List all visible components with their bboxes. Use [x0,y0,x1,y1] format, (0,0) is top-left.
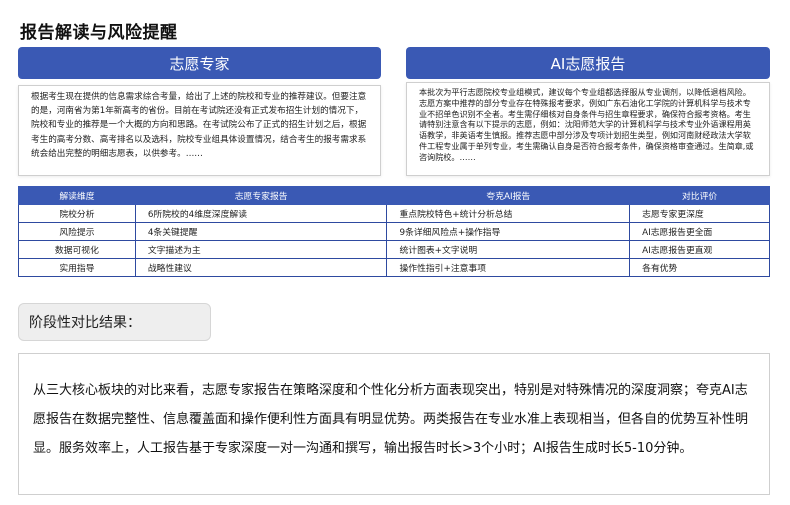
table-header-row: 解读维度 志愿专家报告 夸克AI报告 对比评价 [18,186,770,205]
table-cell-dimension: 实用指导 [18,258,136,277]
table-cell: AI志愿报告更直观 [629,240,770,259]
expert-panel-body: 根据考生现在提供的信息需求综合考量，给出了上述的院校和专业的推荐建议。但要注意的… [18,85,381,176]
table-cell-dimension: 风险提示 [18,222,136,241]
table-cell-dimension: 数据可视化 [18,240,136,259]
expert-panel-text: 根据考生现在提供的信息需求综合考量，给出了上述的院校和专业的推荐建议。但要注意的… [31,92,367,159]
table-cell-dimension: 院校分析 [18,204,136,223]
table-cell: 6所院校的4维度深度解读 [134,204,388,223]
table-row: 数据可视化 文字描述为主 统计图表+文字说明 AI志愿报告更直观 [18,240,770,259]
table-cell: 文字描述为主 [134,240,388,259]
table-cell: 重点院校特色+统计分析总结 [386,204,631,223]
expert-panel-header: 志愿专家 [18,47,381,79]
table-header-cell: 志愿专家报告 [134,186,388,205]
ai-panel-body: 本批次为平行志愿院校专业组模式，建议每个专业组都选择服从专业调剂，以降低退档风险… [406,82,770,176]
table-header-cell: 夸克AI报告 [386,186,631,205]
stage-result-label: 阶段性对比结果： [29,315,141,331]
table-cell: 9条详细风险点+操作指导 [386,222,631,241]
table-row: 实用指导 战略性建议 操作性指引+注意事项 各有优势 [18,258,770,277]
table-cell: 志愿专家更深度 [629,204,770,223]
table-row: 院校分析 6所院校的4维度深度解读 重点院校特色+统计分析总结 志愿专家更深度 [18,204,770,223]
ai-panel-header: AI志愿报告 [406,47,770,79]
comparison-table: 解读维度 志愿专家报告 夸克AI报告 对比评价 院校分析 6所院校的4维度深度解… [18,186,770,277]
stage-result-label-box: 阶段性对比结果： [18,303,211,341]
table-header-cell: 解读维度 [18,186,136,205]
table-cell: AI志愿报告更全面 [629,222,770,241]
table-header-cell: 对比评价 [629,186,770,205]
table-row: 风险提示 4条关键提醒 9条详细风险点+操作指导 AI志愿报告更全面 [18,222,770,241]
table-cell: 各有优势 [629,258,770,277]
ai-panel-title: AI志愿报告 [550,54,626,73]
conclusion-box: 从三大核心板块的对比来看，志愿专家报告在策略深度和个性化分析方面表现突出，特别是… [18,353,770,495]
expert-panel-title: 志愿专家 [169,54,230,73]
table-cell: 操作性指引+注意事项 [386,258,631,277]
table-cell: 战略性建议 [134,258,388,277]
table-cell: 统计图表+文字说明 [386,240,631,259]
table-cell: 4条关键提醒 [134,222,388,241]
page-title: 报告解读与风险提醒 [20,23,178,43]
ai-panel-text: 本批次为平行志愿院校专业组模式，建议每个专业组都选择服从专业调剂，以降低退档风险… [419,87,754,162]
conclusion-text: 从三大核心板块的对比来看，志愿专家报告在策略深度和个性化分析方面表现突出，特别是… [33,383,749,456]
